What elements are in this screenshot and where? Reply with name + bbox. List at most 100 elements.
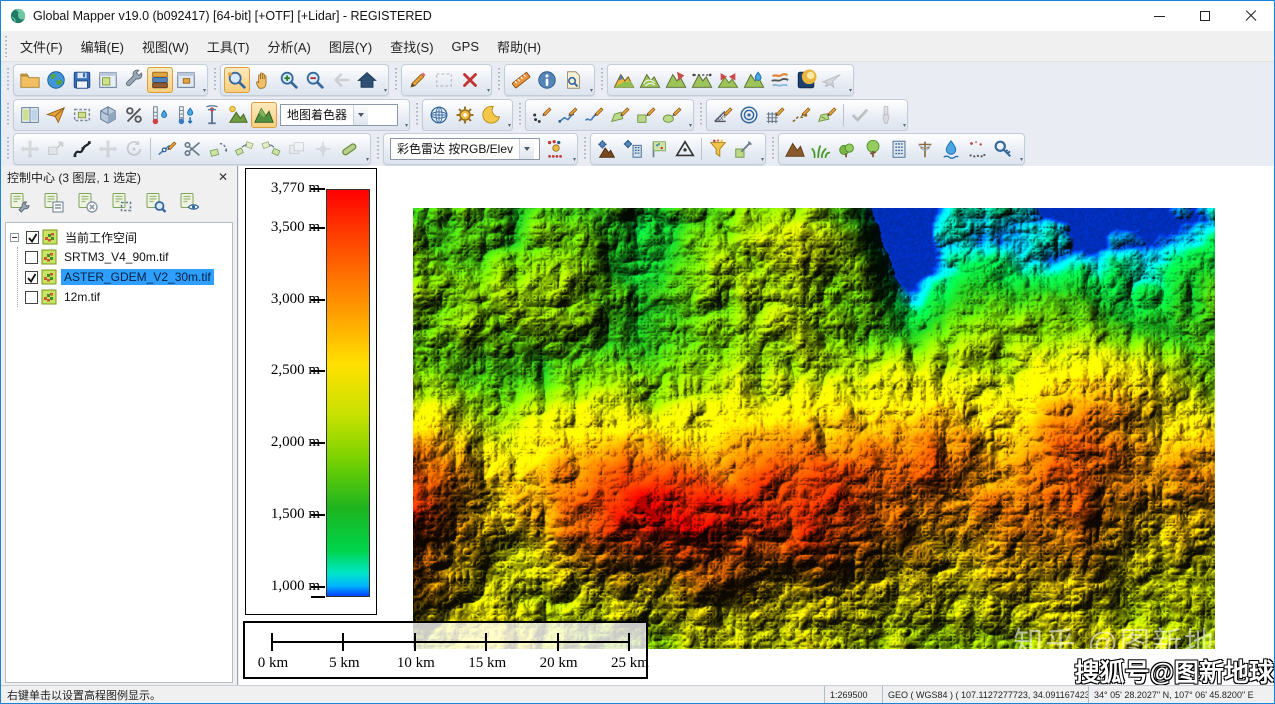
layer-label[interactable]: ASTER_GDEM_V2_30m.tif — [61, 269, 214, 285]
path-profile-icon[interactable] — [689, 67, 715, 93]
toolbar-options-icon[interactable]: ▾ — [1020, 157, 1023, 164]
map-view[interactable]: 3,770 m 3,500 m 3,000 m 2,500 m 2,000 m 1,500… — [239, 166, 1274, 687]
menu-item-5[interactable]: 分析(A) — [259, 33, 320, 60]
menu-item-1[interactable]: 文件(F) — [11, 33, 72, 60]
menu-item-3[interactable]: 视图(W) — [133, 33, 198, 60]
class-powerline-icon[interactable] — [912, 136, 938, 162]
select-layer-button[interactable] — [107, 190, 137, 216]
toolbar-grip[interactable] — [583, 136, 588, 161]
class-high-vegetation-icon[interactable] — [860, 136, 886, 162]
range-rings-icon[interactable] — [736, 102, 762, 128]
edit-vertices-icon[interactable] — [69, 136, 95, 162]
open-file-icon[interactable] — [17, 67, 43, 93]
toolbar-options-icon[interactable]: ▾ — [689, 123, 692, 130]
class-ground-icon[interactable] — [782, 136, 808, 162]
digitizer-tool-icon[interactable] — [405, 67, 431, 93]
zoom-to-layer-button[interactable] — [141, 190, 171, 216]
layer-tree-item-2[interactable]: ASTER_GDEM_V2_30m.tif — [22, 267, 230, 287]
menu-item-4[interactable]: 工具(T) — [198, 33, 259, 60]
toolbar-grip[interactable] — [699, 102, 704, 127]
select-rectangle-icon[interactable] — [431, 67, 457, 93]
pick-sample-icon[interactable] — [731, 136, 757, 162]
toolbar-grip[interactable] — [6, 136, 11, 161]
download-online-data-icon[interactable] — [43, 67, 69, 93]
toolbar-grip[interactable] — [771, 136, 776, 161]
layer-checkbox[interactable] — [25, 270, 38, 284]
raster-options-icon[interactable] — [793, 67, 819, 93]
zoom-in-icon[interactable] — [276, 67, 302, 93]
feature-info-icon[interactable] — [534, 67, 560, 93]
water-level-icon[interactable] — [173, 102, 199, 128]
menu-item-8[interactable]: GPS — [443, 35, 488, 58]
filter-lidar-icon[interactable] — [705, 136, 731, 162]
create-point-icon[interactable] — [529, 102, 555, 128]
water-rise-icon[interactable] — [147, 102, 173, 128]
tree-expander-icon[interactable] — [10, 232, 19, 242]
panel-close-icon[interactable]: ✕ — [215, 170, 231, 184]
zoom-out-icon[interactable] — [302, 67, 328, 93]
layer-label[interactable]: 当前工作空间 — [62, 228, 140, 247]
create-area-icon[interactable] — [607, 102, 633, 128]
search-features-icon[interactable] — [560, 67, 586, 93]
maximize-button[interactable] — [1182, 1, 1228, 31]
split-feature-icon[interactable] — [180, 136, 206, 162]
layer-tree-item-3[interactable]: 12m.tif — [22, 287, 230, 307]
toolbar-grip[interactable] — [497, 67, 502, 92]
hide-layer-button[interactable] — [175, 190, 205, 216]
class-medium-vegetation-icon[interactable] — [834, 136, 860, 162]
view-3d-icon[interactable] — [95, 102, 121, 128]
toolbar-options-icon[interactable]: ▾ — [761, 157, 764, 164]
generate-contours-icon[interactable] — [637, 67, 663, 93]
projection-globe-icon[interactable] — [426, 102, 452, 128]
move-feature-icon[interactable] — [17, 136, 43, 162]
layer-metadata-button[interactable] — [39, 190, 69, 216]
toolbar-options-icon[interactable]: ▾ — [487, 88, 490, 95]
map-layout-icon[interactable] — [95, 67, 121, 93]
menu-item-7[interactable]: 查找(S) — [381, 33, 442, 60]
toolbar-grip[interactable] — [600, 67, 605, 92]
copy-features-icon[interactable] — [284, 136, 310, 162]
layer-label[interactable]: 12m.tif — [61, 289, 103, 305]
split-view-icon[interactable] — [17, 102, 43, 128]
paint-area-icon[interactable] — [814, 102, 840, 128]
daylight-shader-icon[interactable] — [225, 102, 251, 128]
extract-features-icon[interactable] — [990, 136, 1016, 162]
overview-map-icon[interactable] — [173, 67, 199, 93]
toolbar-options-icon[interactable]: ▾ — [405, 123, 408, 130]
toolbar-grip[interactable] — [376, 136, 381, 161]
crop-collar-icon[interactable] — [69, 102, 95, 128]
clear-selection-icon[interactable] — [457, 67, 483, 93]
class-building-icon[interactable] — [886, 136, 912, 162]
menu-item-2[interactable]: 编辑(E) — [72, 33, 133, 60]
layer-checkbox[interactable] — [25, 250, 38, 264]
style-brush-icon[interactable] — [873, 102, 899, 128]
triangulate-points-icon[interactable] — [672, 136, 698, 162]
classify-selection-icon[interactable] — [646, 136, 672, 162]
create-rectangle-icon[interactable] — [633, 102, 659, 128]
control-center-icon[interactable] — [147, 66, 173, 93]
map-shader-icon[interactable] — [251, 101, 277, 128]
transparency-icon[interactable] — [121, 102, 147, 128]
menu-item-9[interactable]: 帮助(H) — [488, 33, 550, 60]
create-ellipse-icon[interactable] — [659, 102, 685, 128]
toolbar-grip[interactable] — [415, 102, 420, 127]
toolbar-grip[interactable] — [213, 67, 218, 92]
save-workspace-icon[interactable] — [69, 67, 95, 93]
close-layer-button[interactable] — [73, 190, 103, 216]
previous-view-icon[interactable] — [328, 67, 354, 93]
map-shader-combo[interactable]: 地图着色器 — [280, 103, 398, 126]
pan-tool-icon[interactable] — [250, 67, 276, 93]
share-map-icon[interactable] — [43, 102, 69, 128]
menu-item-6[interactable]: 图层(Y) — [320, 33, 381, 60]
move-selected-icon[interactable] — [43, 136, 69, 162]
autoclassify-buildings-icon[interactable] — [620, 136, 646, 162]
snap-vertex-icon[interactable] — [310, 136, 336, 162]
toolbar-options-icon[interactable]: ▾ — [590, 88, 593, 95]
create-track-icon[interactable] — [788, 102, 814, 128]
display-options-icon[interactable] — [452, 102, 478, 128]
layer-tree-item-1[interactable]: SRTM3_V4_90m.tif — [22, 247, 230, 267]
create-line-icon[interactable] — [555, 102, 581, 128]
move-all-icon[interactable] — [95, 136, 121, 162]
create-grid-icon[interactable] — [762, 102, 788, 128]
toolbar-options-icon[interactable]: ▾ — [508, 123, 511, 130]
